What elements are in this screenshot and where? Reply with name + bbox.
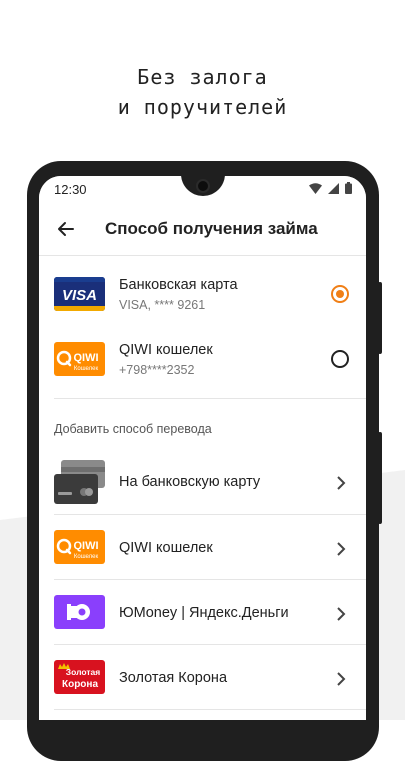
saved-method-qiwi[interactable]: QIWI Кошелек QIWI кошелек +798****2352 [39,326,366,392]
saved-method-subtitle: VISA, **** 9261 [119,298,206,312]
saved-method-bank-card[interactable]: VISA Банковская карта VISA, **** 9261 [39,260,366,326]
status-bar: 12:30 [39,176,366,202]
signal-icon [328,182,339,194]
phone-screen: 12:30 Способ получения займа VISA Банков… [39,176,366,720]
qiwi-logo-graphic: QIWI Кошелек [56,350,99,372]
status-icons [309,182,352,194]
radio-selected[interactable] [331,285,349,303]
status-time: 12:30 [54,182,87,197]
saved-method-title: QIWI кошелек [119,342,213,358]
promo-headline: Без залога и поручителей [0,62,405,122]
add-method-title: На банковскую карту [119,474,261,490]
zolotaya-korona-logo: Золотая Корона [54,660,105,694]
chevron-right-icon [337,542,346,556]
svg-text:Корона: Корона [62,679,98,690]
radio-unselected[interactable] [331,350,349,368]
battery-icon [345,182,352,194]
svg-text:QIWI: QIWI [73,352,98,364]
svg-text:VISA: VISA [62,287,97,304]
add-method-qiwi[interactable]: QIWI Кошелек QIWI кошелек [39,515,366,579]
promo-line-1: Без залога [137,65,268,89]
divider [54,398,366,399]
arrow-left-icon [58,222,74,236]
wifi-icon [309,182,322,194]
chevron-right-icon [337,672,346,686]
add-method-title: Золотая Корона [119,670,228,686]
add-method-title: QIWI кошелек [119,540,213,556]
chevron-right-icon [337,607,346,621]
add-method-yoomoney[interactable]: ЮMoney | Яндекс.Деньги [39,580,366,644]
svg-text:Кошелек: Кошелек [74,554,99,560]
visa-logo: VISA [54,277,105,311]
zolotaya-korona-logo-graphic: Золотая Корона [58,663,100,690]
yoomoney-logo [54,595,105,629]
svg-text:QIWI: QIWI [73,540,98,552]
qiwi-logo-graphic: QIWI Кошелек [56,538,99,560]
back-button[interactable] [53,216,79,242]
phone-side-button [378,432,382,524]
phone-side-button [378,282,382,354]
saved-method-subtitle: +798****2352 [119,363,195,377]
qiwi-logo: QIWI Кошелек [54,530,105,564]
add-section-label: Добавить способ перевода [54,422,212,436]
add-method-zolotaya-korona[interactable]: Золотая Корона Золотая Корона [39,645,366,709]
qiwi-logo: QIWI Кошелек [54,342,105,376]
saved-method-title: Банковская карта [119,277,238,293]
add-method-bank-card[interactable]: На банковскую карту [39,450,366,514]
svg-text:Кошелек: Кошелек [74,366,99,372]
svg-text:Золотая: Золотая [66,667,100,677]
app-bar: Способ получения займа [39,202,366,256]
bank-cards-icon [54,458,105,506]
camera-icon [196,179,210,193]
promo-line-2: и поручителей [117,95,288,119]
divider [54,709,366,710]
add-method-title: ЮMoney | Яндекс.Деньги [119,605,289,621]
visa-logo-graphic: VISA [54,277,105,311]
page-title: Способ получения займа [105,219,318,238]
yoomoney-logo-graphic [67,604,90,620]
chevron-right-icon [337,476,346,490]
